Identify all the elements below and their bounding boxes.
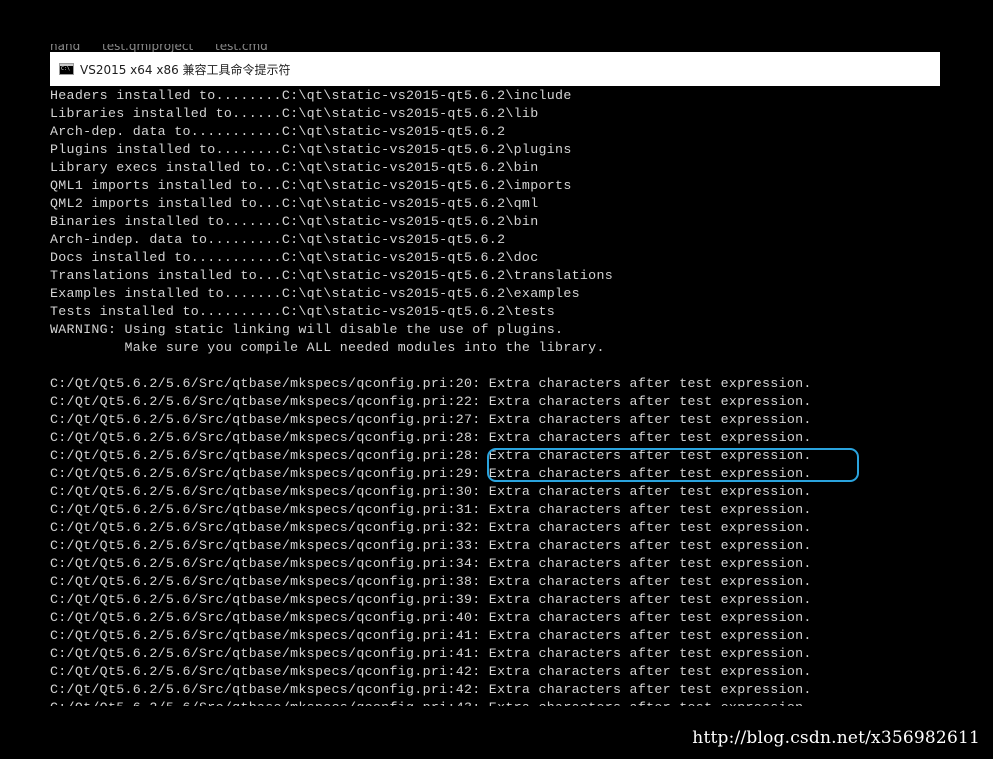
console-line: Libraries installed to......C:\qt\static…: [50, 106, 539, 121]
console-line: C:/Qt/Qt5.6.2/5.6/Src/qtbase/mkspecs/qco…: [50, 699, 812, 706]
console-line: QML2 imports installed to...C:\qt\static…: [50, 196, 539, 211]
screenshot-root: hand test.qmlproject test.cmd VS2015 x64…: [0, 0, 993, 759]
window-titlebar[interactable]: VS2015 x64 x86 兼容工具命令提示符: [50, 52, 940, 86]
console-line: C:/Qt/Qt5.6.2/5.6/Src/qtbase/mkspecs/qco…: [50, 556, 812, 571]
console-line: WARNING: Using static linking will disab…: [50, 322, 564, 337]
console-line: C:/Qt/Qt5.6.2/5.6/Src/qtbase/mkspecs/qco…: [50, 520, 812, 535]
console-line: C:/Qt/Qt5.6.2/5.6/Src/qtbase/mkspecs/qco…: [50, 664, 812, 679]
console-lines: Headers installed to........C:\qt\static…: [50, 87, 812, 706]
console-line: Plugins installed to........C:\qt\static…: [50, 142, 572, 157]
console-line: Docs installed to...........C:\qt\static…: [50, 250, 539, 265]
console-line: C:/Qt/Qt5.6.2/5.6/Src/qtbase/mkspecs/qco…: [50, 484, 812, 499]
console-line: Arch-dep. data to...........C:\qt\static…: [50, 124, 506, 139]
console-line: C:/Qt/Qt5.6.2/5.6/Src/qtbase/mkspecs/qco…: [50, 430, 812, 445]
console-line: C:/Qt/Qt5.6.2/5.6/Src/qtbase/mkspecs/qco…: [50, 376, 812, 391]
console-line: Examples installed to.......C:\qt\static…: [50, 286, 580, 301]
console-line: C:/Qt/Qt5.6.2/5.6/Src/qtbase/mkspecs/qco…: [50, 448, 812, 463]
console-line: C:/Qt/Qt5.6.2/5.6/Src/qtbase/mkspecs/qco…: [50, 646, 812, 661]
window-title: VS2015 x64 x86 兼容工具命令提示符: [80, 62, 291, 77]
console-line: C:/Qt/Qt5.6.2/5.6/Src/qtbase/mkspecs/qco…: [50, 538, 812, 553]
console-line: C:/Qt/Qt5.6.2/5.6/Src/qtbase/mkspecs/qco…: [50, 628, 812, 643]
console-line: Make sure you compile ALL needed modules…: [50, 340, 605, 355]
console-line: Library execs installed to..C:\qt\static…: [50, 160, 539, 175]
background-window-fragment: test.cmd: [215, 44, 268, 52]
console-output[interactable]: Headers installed to........C:\qt\static…: [50, 86, 940, 706]
console-line: C:/Qt/Qt5.6.2/5.6/Src/qtbase/mkspecs/qco…: [50, 682, 812, 697]
console-line: C:/Qt/Qt5.6.2/5.6/Src/qtbase/mkspecs/qco…: [50, 412, 812, 427]
console-line: Tests installed to..........C:\qt\static…: [50, 304, 556, 319]
console-line: C:/Qt/Qt5.6.2/5.6/Src/qtbase/mkspecs/qco…: [50, 574, 812, 589]
background-window-fragment: test.qmlproject: [102, 44, 194, 52]
console-line: C:/Qt/Qt5.6.2/5.6/Src/qtbase/mkspecs/qco…: [50, 394, 812, 409]
watermark-url: http://blog.csdn.net/x356982611: [692, 728, 980, 748]
console-line: C:/Qt/Qt5.6.2/5.6/Src/qtbase/mkspecs/qco…: [50, 502, 812, 517]
background-window-strip: hand test.qmlproject test.cmd: [50, 44, 940, 52]
cmd-icon[interactable]: [59, 63, 74, 75]
console-line: Headers installed to........C:\qt\static…: [50, 88, 572, 103]
console-line: Translations installed to...C:\qt\static…: [50, 268, 614, 283]
console-line: C:/Qt/Qt5.6.2/5.6/Src/qtbase/mkspecs/qco…: [50, 592, 812, 607]
background-window-fragment: hand: [50, 44, 81, 52]
console-line: QML1 imports installed to...C:\qt\static…: [50, 178, 572, 193]
console-line: Arch-indep. data to.........C:\qt\static…: [50, 232, 506, 247]
console-line: Binaries installed to.......C:\qt\static…: [50, 214, 539, 229]
console-line: C:/Qt/Qt5.6.2/5.6/Src/qtbase/mkspecs/qco…: [50, 466, 812, 481]
console-line: C:/Qt/Qt5.6.2/5.6/Src/qtbase/mkspecs/qco…: [50, 610, 812, 625]
